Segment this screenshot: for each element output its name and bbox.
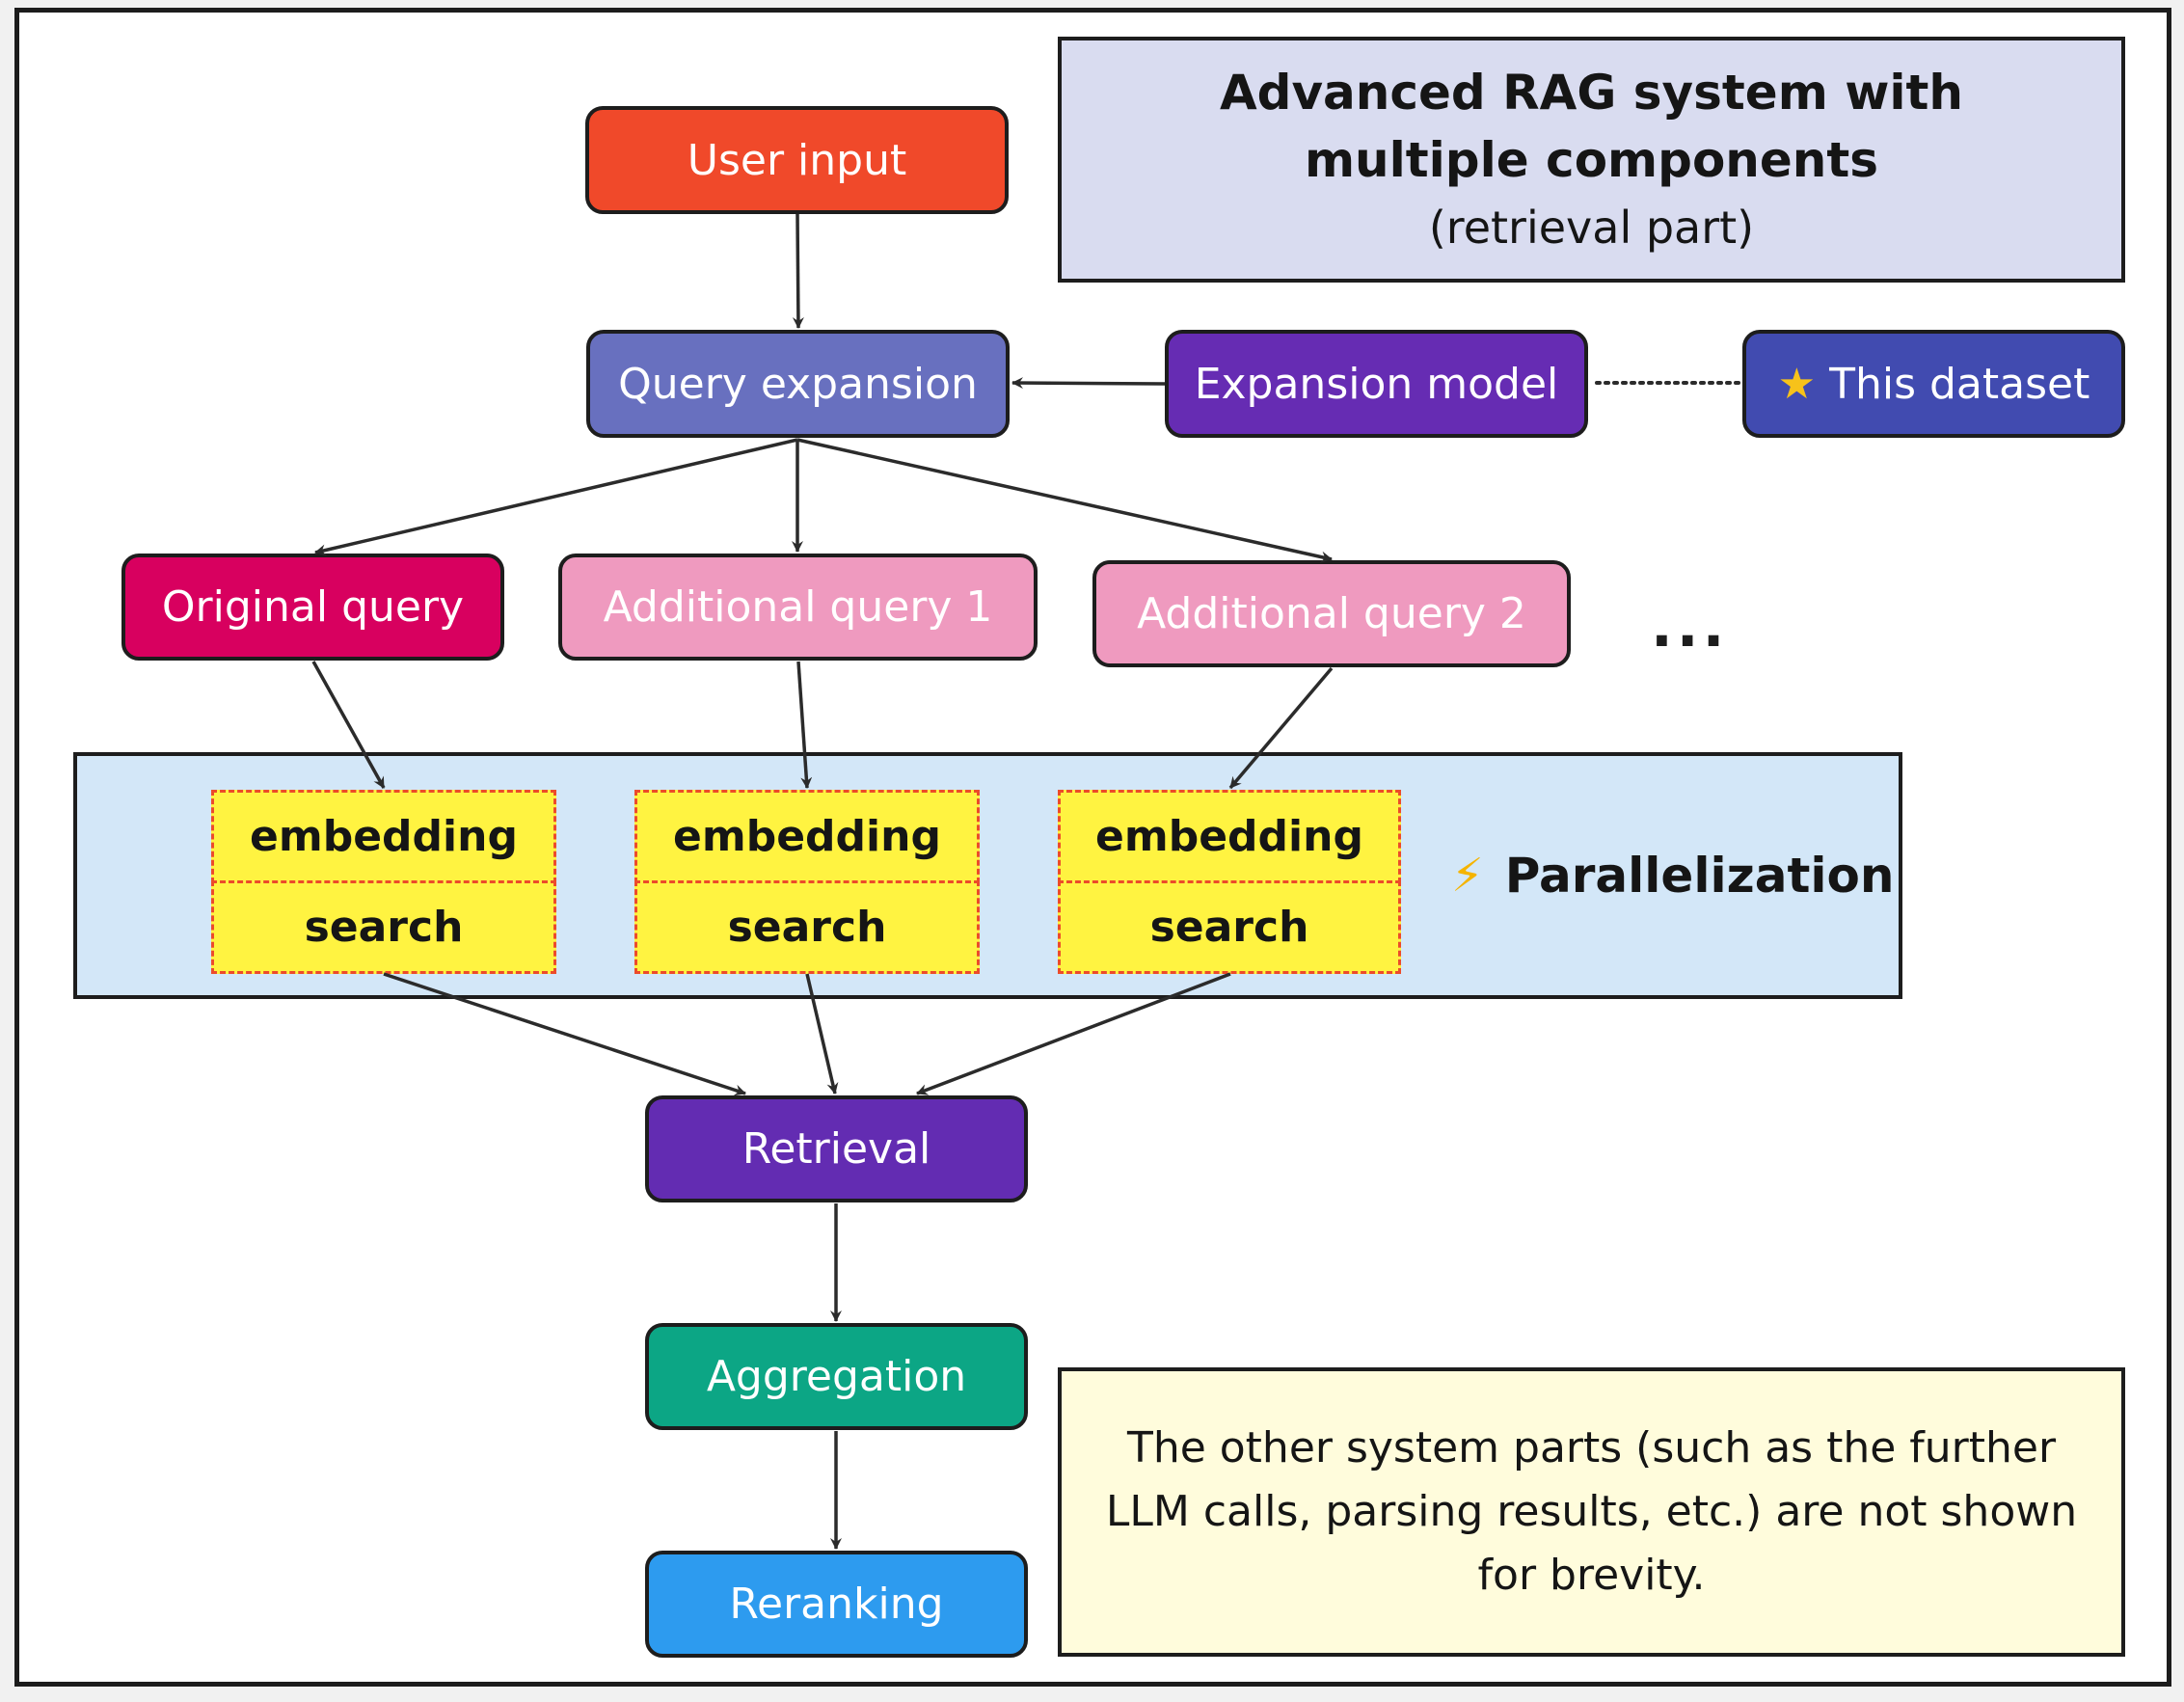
- reranking-node[interactable]: Reranking: [645, 1551, 1028, 1658]
- embedding-step-1[interactable]: embedding: [211, 790, 556, 883]
- additional-query-1-node[interactable]: Additional query 1: [558, 554, 1038, 661]
- diagram-subtitle: (retrieval part): [1428, 201, 1755, 254]
- retrieval-node[interactable]: Retrieval: [645, 1095, 1028, 1202]
- note-text: The other system parts (such as the furt…: [1105, 1423, 2078, 1600]
- aggregation-node[interactable]: Aggregation: [645, 1323, 1028, 1430]
- embedding-step-label: embedding: [1095, 812, 1363, 861]
- user-input-label: User input: [687, 135, 907, 185]
- reranking-label: Reranking: [729, 1580, 944, 1629]
- search-step-2[interactable]: search: [634, 880, 980, 974]
- search-step-label: search: [727, 903, 887, 952]
- diagram-title-box: Advanced RAG system with multiple compon…: [1058, 37, 2125, 283]
- aggregation-label: Aggregation: [706, 1352, 967, 1401]
- embedding-step-2[interactable]: embedding: [634, 790, 980, 883]
- search-step-3[interactable]: search: [1058, 880, 1401, 974]
- original-query-label: Original query: [161, 582, 465, 632]
- lightning-bolt-icon: ⚡: [1451, 849, 1484, 903]
- star-icon: ★: [1777, 359, 1817, 409]
- user-input-node[interactable]: User input: [585, 106, 1009, 214]
- embedding-step-3[interactable]: embedding: [1058, 790, 1401, 883]
- search-step-label: search: [1149, 903, 1309, 952]
- diagram-title: Advanced RAG system with multiple compon…: [1219, 64, 1964, 188]
- additional-query-2-node[interactable]: Additional query 2: [1092, 560, 1571, 667]
- note-box: The other system parts (such as the furt…: [1058, 1367, 2125, 1657]
- parallelization-label: ⚡ Parallelization: [1451, 839, 1894, 912]
- expansion-model-node[interactable]: Expansion model: [1165, 330, 1588, 438]
- additional-query-2-label: Additional query 2: [1137, 589, 1526, 638]
- search-step-label: search: [304, 903, 464, 952]
- embedding-step-label: embedding: [250, 812, 518, 861]
- search-step-1[interactable]: search: [211, 880, 556, 974]
- this-dataset-node[interactable]: ★ This dataset: [1742, 330, 2125, 438]
- original-query-node[interactable]: Original query: [121, 554, 504, 661]
- parallelization-text: Parallelization: [1504, 848, 1895, 904]
- embedding-step-label: embedding: [673, 812, 941, 861]
- retrieval-label: Retrieval: [741, 1124, 931, 1174]
- additional-query-1-label: Additional query 1: [603, 582, 993, 632]
- query-expansion-node[interactable]: Query expansion: [586, 330, 1010, 438]
- expansion-model-label: Expansion model: [1194, 359, 1559, 409]
- more-queries-ellipsis: ...: [1651, 593, 1729, 661]
- query-expansion-label: Query expansion: [618, 359, 978, 409]
- this-dataset-label: This dataset: [1829, 359, 2090, 409]
